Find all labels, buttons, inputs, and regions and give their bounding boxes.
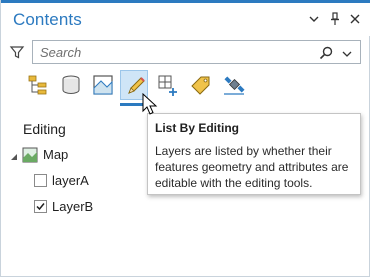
layer-label: LayerB — [52, 199, 94, 214]
list-by-perspective-imagery-icon[interactable] — [219, 70, 247, 100]
pane-titlebar: Contents — [1, 0, 370, 36]
close-icon[interactable] — [347, 11, 363, 27]
tree-item-layera[interactable]: layerA — [34, 171, 144, 191]
layer-label: layerA — [52, 173, 89, 188]
map-icon — [22, 147, 38, 163]
tooltip-body: Layers are listed by whether their featu… — [155, 144, 349, 190]
check-mark-icon — [36, 203, 45, 211]
tooltip: List By Editing Layers are listed by whe… — [147, 113, 361, 195]
map-label: Map — [43, 147, 69, 162]
tree-item-layerb[interactable]: LayerB — [34, 197, 144, 217]
search-input[interactable]: Search — [32, 40, 361, 64]
options-menu-icon[interactable] — [306, 11, 322, 27]
list-by-drawing-order-icon[interactable] — [23, 70, 51, 100]
search-icon[interactable] — [318, 45, 334, 61]
auto-hide-pin-icon[interactable] — [327, 11, 343, 27]
contents-view-toolbar — [23, 70, 253, 104]
mouse-pointer-icon — [142, 92, 158, 117]
filter-icon[interactable] — [9, 44, 25, 60]
tooltip-title: List By Editing — [155, 121, 239, 135]
search-options-chevron-down-icon[interactable] — [341, 47, 353, 59]
list-by-selection-icon[interactable] — [88, 70, 116, 100]
list-by-data-source-icon[interactable] — [56, 70, 84, 100]
pane-title: Contents — [13, 10, 82, 29]
tree-item-map[interactable]: Map — [9, 145, 129, 165]
layer-visibility-checkbox[interactable] — [34, 200, 47, 213]
collapse-triangle-icon[interactable] — [9, 150, 19, 160]
layer-visibility-checkbox[interactable] — [34, 174, 47, 187]
search-placeholder: Search — [40, 45, 82, 60]
list-by-labeling-icon[interactable] — [186, 70, 214, 100]
section-heading: Editing — [23, 121, 66, 137]
contents-pane: Contents Search Editing Map layerA Layer… — [0, 0, 370, 277]
